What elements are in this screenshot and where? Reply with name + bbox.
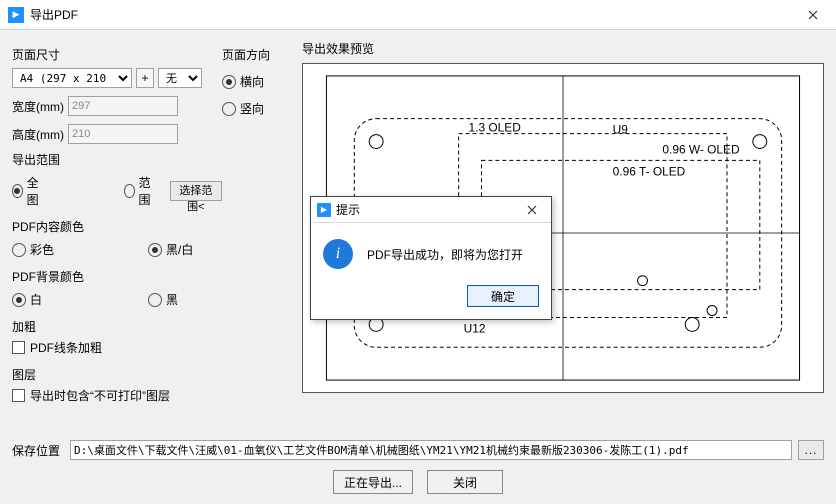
info-icon: i	[323, 239, 353, 269]
alert-dialog: ▶ 提示 i PDF导出成功，即将为您打开 确定	[310, 196, 552, 320]
content-color-bw-radio[interactable]: 黑/白	[148, 241, 193, 258]
svg-text:0.96 T- OLED: 0.96 T- OLED	[613, 164, 686, 178]
save-path-label: 保存位置	[12, 442, 64, 459]
export-range-label: 导出范围	[12, 151, 222, 168]
orientation-landscape-radio[interactable]: 横向	[222, 73, 264, 90]
bold-checkbox[interactable]: PDF线条加粗	[12, 339, 222, 356]
svg-text:0.96 W- OLED: 0.96 W- OLED	[662, 142, 740, 156]
dialog-ok-button[interactable]: 确定	[467, 285, 539, 307]
export-button[interactable]: 正在导出...	[333, 470, 413, 494]
page-size-select[interactable]: A4 (297 x 210 mm)	[12, 68, 132, 88]
range-full-radio[interactable]: 全图	[12, 174, 44, 208]
window-title: 导出PDF	[30, 6, 78, 23]
height-label: 高度(mm)	[12, 126, 68, 143]
page-size-label: 页面尺寸	[12, 46, 222, 63]
bg-color-label: PDF背景颜色	[12, 268, 222, 285]
app-icon: ▶	[8, 7, 24, 23]
save-path-input[interactable]	[70, 440, 792, 460]
close-button[interactable]: 关闭	[427, 470, 503, 494]
height-input	[68, 124, 178, 144]
content-color-label: PDF内容颜色	[12, 218, 222, 235]
range-range-radio[interactable]: 范围	[124, 174, 156, 208]
width-label: 宽度(mm)	[12, 98, 68, 115]
bg-white-radio[interactable]: 白	[12, 291, 42, 308]
add-size-button[interactable]: +	[136, 68, 154, 88]
bg-black-radio[interactable]: 黑	[148, 291, 178, 308]
orientation-portrait-radio[interactable]: 竖向	[222, 100, 264, 117]
select-range-button[interactable]: 选择范围<	[170, 181, 222, 201]
app-icon: ▶	[317, 203, 331, 217]
window-close-button[interactable]	[790, 0, 836, 30]
orientation-label: 页面方向	[222, 46, 302, 63]
content-color-color-radio[interactable]: 彩色	[12, 241, 54, 258]
dialog-title: 提示	[336, 201, 360, 218]
layers-checkbox[interactable]: 导出时包含“不可打印”图层	[12, 387, 222, 404]
page-size-none-select[interactable]: 无	[158, 68, 202, 88]
width-input	[68, 96, 178, 116]
svg-text:U9: U9	[613, 123, 629, 137]
dialog-message: PDF导出成功，即将为您打开	[367, 246, 523, 263]
svg-text:U12: U12	[464, 321, 486, 335]
preview-label: 导出效果预览	[302, 40, 824, 57]
dialog-close-button[interactable]	[519, 197, 545, 223]
svg-text:1.3 OLED: 1.3 OLED	[469, 121, 522, 135]
bold-label: 加粗	[12, 318, 222, 335]
layers-label: 图层	[12, 366, 222, 383]
window-titlebar: ▶ 导出PDF	[0, 0, 836, 30]
browse-button[interactable]: ...	[798, 440, 824, 460]
